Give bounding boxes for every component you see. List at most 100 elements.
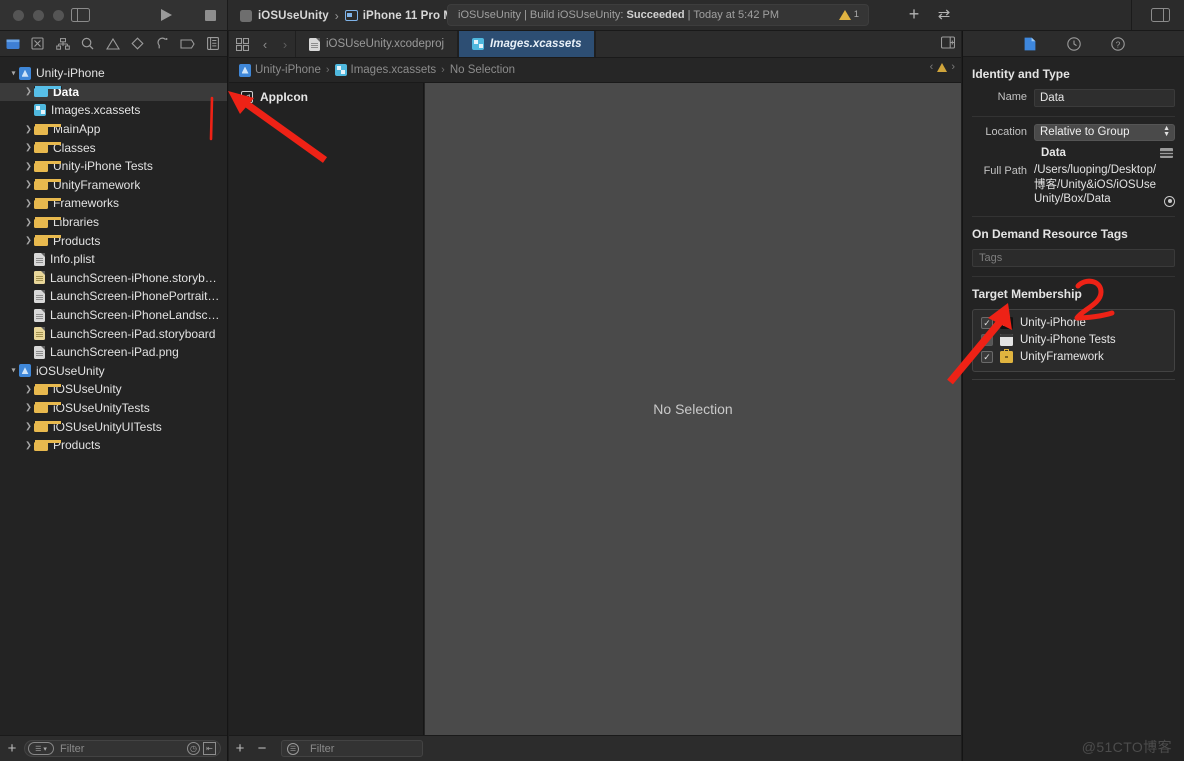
tree-row-data[interactable]: ❯ Data xyxy=(0,82,227,102)
toggle-assistant-icon[interactable]: ⇄ xyxy=(935,7,953,23)
scheme-name: iOSUseUnity xyxy=(258,9,329,22)
zoom-window-button[interactable] xyxy=(53,10,64,21)
disclosure-triangle-icon[interactable]: ❯ xyxy=(23,180,34,189)
asset-remove-button[interactable]: − xyxy=(251,740,273,757)
file-inspector-tab[interactable] xyxy=(1021,35,1039,53)
tree-row-classes[interactable]: ❯ Classes xyxy=(0,138,227,157)
breadcrumb-project[interactable]: Unity-iPhone xyxy=(239,63,321,77)
tree-row-unityframework[interactable]: ❯ UnityFramework xyxy=(0,176,227,195)
tree-row-launchscreen-ipad-png[interactable]: LaunchScreen-iPad.png xyxy=(0,343,227,362)
tree-row-unity-iphone[interactable]: ▾ Unity-iPhone xyxy=(0,64,227,83)
tree-row-libraries[interactable]: ❯ Libraries xyxy=(0,213,227,232)
tree-row-unity-iphone-tests[interactable]: ❯ Unity-iPhone Tests xyxy=(0,157,227,176)
tree-row-products[interactable]: ❯ Products xyxy=(0,231,227,250)
target-membership-unity-iphone-tests[interactable]: ✓ Unity-iPhone Tests xyxy=(973,332,1174,349)
filter-scope-icon[interactable]: ☰ ▾ xyxy=(28,742,54,755)
tree-row-products[interactable]: ❯ Products xyxy=(0,436,227,455)
breakpoint-navigator-icon[interactable] xyxy=(175,31,200,56)
inspector-panel: ? Identity and Type Name Data Location R… xyxy=(962,31,1184,761)
disclosure-triangle-icon[interactable]: ❯ xyxy=(23,143,34,152)
source-control-navigator-icon[interactable] xyxy=(25,31,50,56)
choose-folder-icon[interactable] xyxy=(1160,148,1173,158)
find-navigator-icon[interactable] xyxy=(75,31,100,56)
disclosure-triangle-icon[interactable]: ❯ xyxy=(23,124,34,133)
navigator-add-button[interactable]: + xyxy=(0,740,24,757)
breadcrumb-assets[interactable]: Images.xcassets xyxy=(334,64,436,76)
disclosure-triangle-icon[interactable]: ❯ xyxy=(23,384,34,393)
editor-tab-images-xcassets[interactable]: Images.xcassets xyxy=(458,31,596,57)
editor-options-icon[interactable] xyxy=(940,36,956,52)
stepper-icon[interactable]: ▲ ▼ xyxy=(1163,125,1170,138)
breadcrumb-no-selection[interactable]: No Selection xyxy=(450,64,515,76)
tree-row-launchscreen-iphonelandsc[interactable]: LaunchScreen-iPhoneLandsc… xyxy=(0,306,227,325)
tree-row-iosuseunityuitests[interactable]: ❯ iOSUseUnityUITests xyxy=(0,417,227,436)
tree-row-launchscreen-iphoneportrait[interactable]: LaunchScreen-iPhonePortrait… xyxy=(0,287,227,306)
issue-navigator-icon[interactable] xyxy=(100,31,125,56)
location-select[interactable]: Relative to Group ▲ ▼ xyxy=(1034,124,1175,141)
tree-row-mainapp[interactable]: ❯ MainApp xyxy=(0,120,227,139)
disclosure-triangle-icon[interactable]: ❯ xyxy=(23,198,34,207)
tree-row-launchscreen-ipad-storyboard[interactable]: LaunchScreen-iPad.storyboard xyxy=(0,324,227,343)
toggle-navigator-icon[interactable] xyxy=(71,7,90,23)
close-window-button[interactable] xyxy=(13,10,24,21)
disclosure-triangle-icon[interactable]: ❯ xyxy=(23,422,34,431)
tree-row-launchscreen-iphone-storyb[interactable]: LaunchScreen-iPhone.storyb… xyxy=(0,269,227,288)
asset-filter-input[interactable]: ☰ Filter xyxy=(281,740,423,757)
name-input[interactable]: Data xyxy=(1034,89,1175,107)
tree-row-frameworks[interactable]: ❯ Frameworks xyxy=(0,194,227,213)
scheme-selector[interactable]: iOSUseUnity › iPhone 11 Pro Max xyxy=(240,4,466,27)
tree-row-icon xyxy=(34,439,62,451)
activity-status-bar[interactable]: iOSUseUnity | Build iOSUseUnity: Succeed… xyxy=(447,4,869,26)
project-navigator-scroll[interactable]: ▾ Unity-iPhone ❯ Data Images.xcassets ❯ MainAp… xyxy=(0,57,227,735)
add-editor-button[interactable]: + xyxy=(906,5,922,23)
editor-jump-bar[interactable]: Unity-iPhone › Images.xcassets › No Sele… xyxy=(229,58,961,83)
checkbox-unchecked-icon[interactable]: ✓ xyxy=(981,334,993,346)
editor-tab-xcodeproj[interactable]: iOSUseUnity.xcodeproj xyxy=(295,31,459,57)
asset-catalog-list[interactable]: ◁ AppIcon xyxy=(229,83,424,735)
quick-help-inspector-tab[interactable]: ? xyxy=(1109,35,1127,53)
tags-input[interactable]: Tags xyxy=(972,248,1175,267)
jump-bar-forward-chevron[interactable]: › xyxy=(951,61,955,73)
test-navigator-icon[interactable] xyxy=(125,31,150,56)
disclosure-triangle-icon[interactable]: ❯ xyxy=(23,87,34,96)
tree-row-images-xcassets[interactable]: Images.xcassets xyxy=(0,101,227,120)
target-membership-unityframework[interactable]: ✓ UnityFramework xyxy=(973,349,1174,366)
jump-bar-back-chevron[interactable]: ‹ xyxy=(930,61,934,73)
jump-bar-warning-group[interactable]: ‹ › xyxy=(930,61,955,73)
disclosure-triangle-icon[interactable]: ❯ xyxy=(23,236,34,245)
minimize-window-button[interactable] xyxy=(33,10,44,21)
tab-overview-icon[interactable] xyxy=(229,37,255,51)
full-path-text: /Users/luoping/Desktop/博客/Unity&iOS/iOSU… xyxy=(1034,164,1157,205)
stop-button[interactable] xyxy=(205,10,216,21)
reveal-in-finder-icon[interactable] xyxy=(1164,195,1175,207)
editor-forward-button[interactable]: › xyxy=(275,37,295,52)
folder-navigator-icon[interactable] xyxy=(0,31,25,56)
editor-back-button[interactable]: ‹ xyxy=(255,37,275,52)
report-navigator-icon[interactable] xyxy=(200,31,225,56)
symbol-navigator-icon[interactable] xyxy=(50,31,75,56)
target-membership-unity-iphone[interactable]: ✓ Unity-iPhone xyxy=(973,315,1174,332)
asset-add-button[interactable]: + xyxy=(229,740,251,757)
checkbox-checked-icon[interactable]: ✓ xyxy=(981,351,993,363)
history-inspector-tab[interactable] xyxy=(1065,35,1083,53)
tree-row-iosuseunity[interactable]: ❯ iOSUseUnity xyxy=(0,380,227,399)
asset-item-appicon[interactable]: ◁ AppIcon xyxy=(229,87,423,106)
tree-row-iosuseunity[interactable]: ▾ iOSUseUnity xyxy=(0,362,227,381)
disclosure-triangle-icon[interactable]: ❯ xyxy=(23,403,34,412)
debug-navigator-icon[interactable] xyxy=(150,31,175,56)
disclosure-triangle-icon[interactable]: ❯ xyxy=(23,440,34,449)
disclosure-triangle-icon[interactable]: ▾ xyxy=(8,366,19,375)
status-warning-group[interactable]: 1 xyxy=(838,9,859,20)
run-button[interactable] xyxy=(161,9,172,21)
recent-files-icon[interactable]: ◷ xyxy=(187,742,200,755)
disclosure-triangle-icon[interactable]: ▾ xyxy=(8,68,19,77)
navigator-filter-input[interactable]: ☰ ▾ Filter ◷ ⇤ xyxy=(24,740,221,757)
tree-row-iosuseunitytests[interactable]: ❯ iOSUseUnityTests xyxy=(0,399,227,418)
disclosure-triangle-icon[interactable]: ❯ xyxy=(23,161,34,170)
checkbox-checked-icon[interactable]: ✓ xyxy=(981,317,993,329)
project-tree: ▾ Unity-iPhone ❯ Data Images.xcassets ❯ MainAp… xyxy=(0,57,227,454)
source-control-filter-icon[interactable]: ⇤ xyxy=(203,742,216,755)
toggle-inspector-icon[interactable] xyxy=(1151,7,1170,23)
tree-row-info-plist[interactable]: Info.plist xyxy=(0,250,227,269)
disclosure-triangle-icon[interactable]: ❯ xyxy=(23,217,34,226)
